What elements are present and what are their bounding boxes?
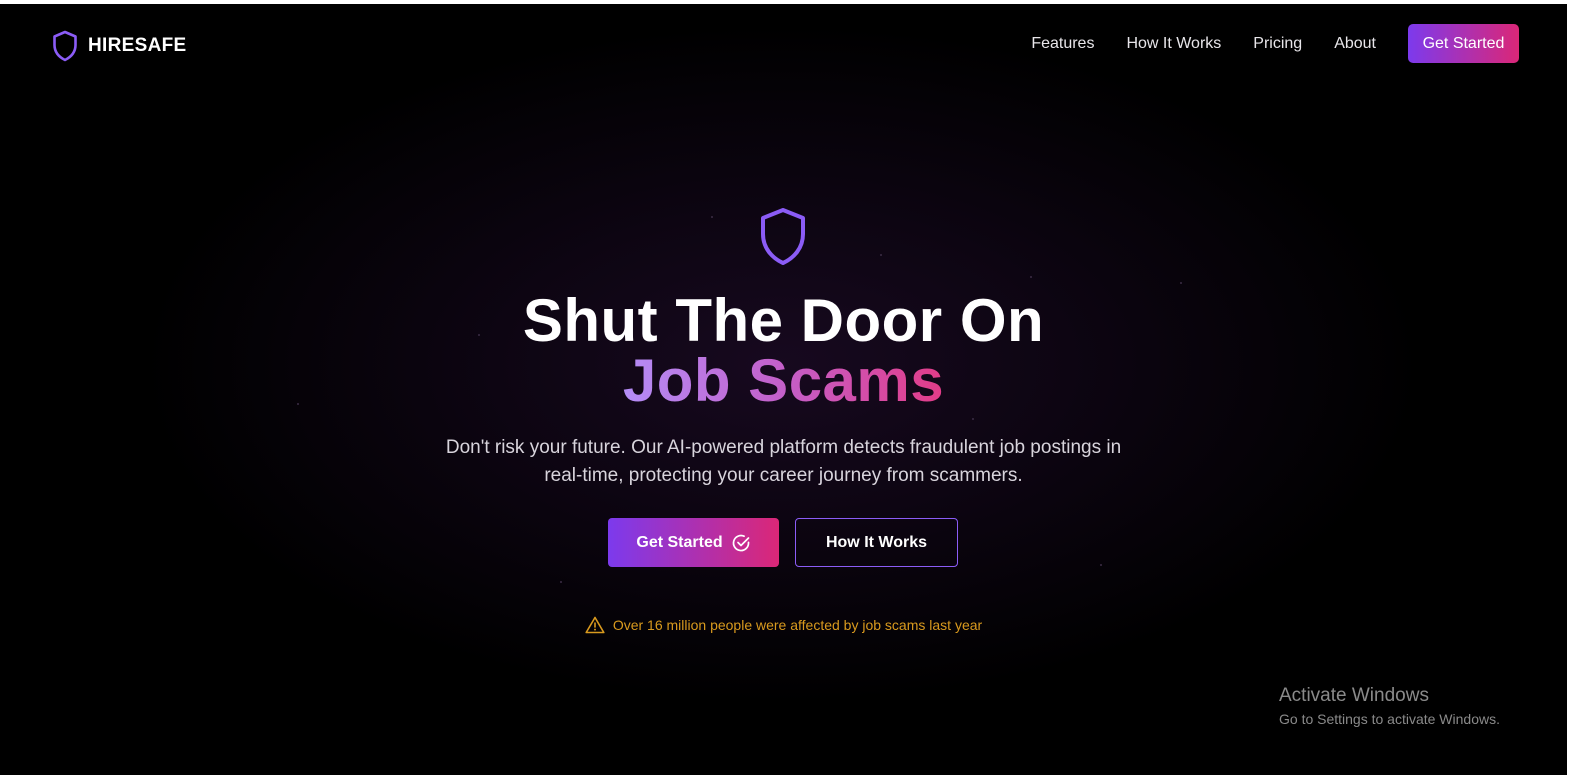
particle (880, 254, 882, 256)
nav-links: Features How It Works Pricing About Get … (1031, 24, 1519, 63)
particle (1100, 564, 1102, 566)
how-it-works-button[interactable]: How It Works (795, 518, 958, 567)
scam-warning: Over 16 million people were affected by … (0, 616, 1567, 634)
shield-icon (52, 30, 78, 62)
nav-link-pricing[interactable]: Pricing (1253, 35, 1302, 53)
hero-title-accent-text: Job Scams (622, 347, 945, 414)
warning-text: Over 16 million people were affected by … (612, 617, 983, 633)
particle (711, 216, 713, 218)
get-started-button[interactable]: Get Started (608, 518, 779, 567)
scrollbar-gutter (1567, 0, 1587, 775)
brand-logo[interactable]: HIRESAFE (52, 30, 186, 62)
brand-name: HIRESAFE (88, 35, 187, 56)
hero-description: Don't risk your future. Our AI-powered p… (445, 437, 1122, 486)
hero-title: Shut The Door On (522, 287, 1045, 354)
check-circle-icon (731, 533, 751, 553)
get-started-label: Get Started (636, 533, 723, 551)
particle (560, 581, 562, 583)
watermark-title: Activate Windows (1279, 685, 1429, 706)
warning-triangle-icon (585, 616, 605, 634)
particle (1180, 282, 1182, 284)
landing-page: HIRESAFE Features How It Works Pricing A… (0, 4, 1567, 775)
hero-title-accent: Job Scams (0, 350, 1567, 412)
particle (972, 418, 974, 420)
nav-link-how-it-works[interactable]: How It Works (1126, 35, 1221, 53)
top-nav: HIRESAFE Features How It Works Pricing A… (0, 4, 1567, 84)
nav-link-features[interactable]: Features (1031, 35, 1094, 53)
nav-get-started-button[interactable]: Get Started (1408, 24, 1519, 63)
windows-activation-watermark: Activate Windows Go to Settings to activ… (1279, 684, 1500, 729)
nav-link-about[interactable]: About (1334, 35, 1376, 53)
shield-icon (757, 206, 809, 268)
watermark-subtitle: Go to Settings to activate Windows. (1279, 711, 1500, 727)
particle (1030, 276, 1032, 278)
